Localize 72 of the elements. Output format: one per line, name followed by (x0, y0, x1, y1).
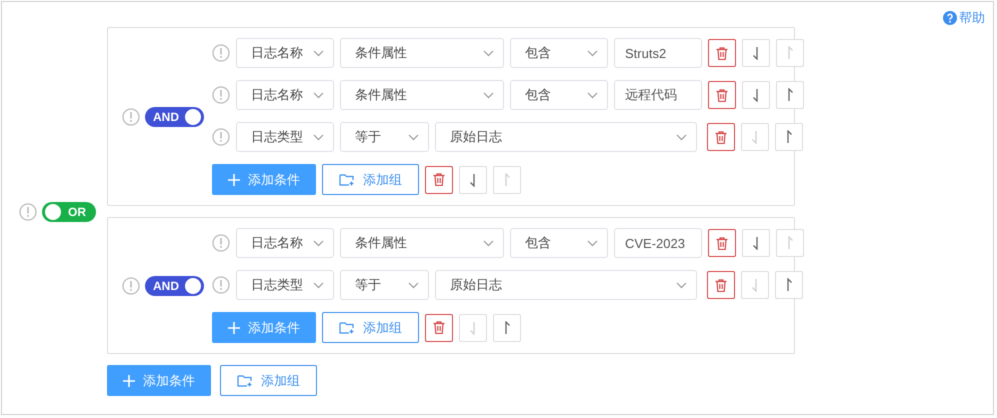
chevron-down-icon (587, 50, 598, 56)
move-up-button[interactable] (776, 81, 804, 109)
chevron-down-icon (313, 50, 324, 56)
warning-icon (19, 202, 37, 220)
warning-icon (212, 276, 230, 294)
delete-button[interactable] (708, 229, 736, 257)
warning-icon (122, 276, 140, 294)
warning-icon (212, 44, 230, 62)
chevron-down-icon (587, 240, 598, 246)
attribute-select[interactable]: 日志类型 (236, 122, 334, 152)
value-select[interactable]: 原始日志 (435, 270, 697, 300)
chevron-down-icon (408, 282, 419, 288)
chevron-down-icon (313, 92, 324, 98)
trash-icon (715, 130, 727, 144)
property-select[interactable]: 条件属性 (340, 228, 504, 258)
operator-select[interactable]: 包含 (510, 80, 608, 110)
chevron-down-icon (408, 134, 419, 140)
chevron-down-icon (313, 240, 324, 246)
trash-icon (715, 278, 727, 292)
trash-icon (433, 321, 445, 334)
trash-icon (433, 173, 445, 186)
chevron-down-icon (676, 282, 687, 288)
value-input[interactable]: 远程代码 (614, 80, 702, 110)
operator-select[interactable]: 等于 (340, 122, 429, 152)
trash-icon (716, 236, 728, 250)
attribute-select[interactable]: 日志名称 (236, 38, 334, 68)
plus-icon (228, 322, 240, 334)
move-up-button[interactable] (775, 271, 803, 299)
delete-button[interactable] (707, 123, 735, 151)
delete-button[interactable] (708, 81, 736, 109)
move-up-button[interactable] (775, 123, 803, 151)
warning-icon (122, 108, 140, 126)
folder-plus-icon (237, 374, 253, 387)
plus-icon (123, 374, 135, 386)
delete-group-button[interactable] (425, 314, 453, 342)
chevron-down-icon (676, 134, 687, 140)
delete-group-button[interactable] (425, 166, 453, 194)
property-select[interactable]: 条件属性 (340, 80, 504, 110)
property-select[interactable]: 条件属性 (340, 38, 504, 68)
warning-icon (212, 86, 230, 104)
move-up-button[interactable] (493, 314, 521, 342)
trash-icon (716, 46, 728, 60)
chevron-down-icon (483, 50, 494, 56)
plus-icon (228, 174, 240, 186)
chevron-down-icon (313, 134, 324, 140)
value-input[interactable]: CVE-2023 (614, 228, 702, 258)
attribute-select[interactable]: 日志类型 (236, 270, 334, 300)
attribute-select[interactable]: 日志名称 (236, 80, 334, 110)
operator-select[interactable]: 包含 (510, 38, 608, 68)
warning-icon (212, 128, 230, 146)
value-select[interactable]: 原始日志 (435, 122, 697, 152)
chevron-down-icon (483, 240, 494, 246)
chevron-down-icon (483, 92, 494, 98)
logic-toggle[interactable]: AND (145, 276, 204, 296)
warning-icon (212, 234, 230, 252)
operator-select[interactable]: 包含 (510, 228, 608, 258)
value-input[interactable]: Struts2 (614, 38, 702, 68)
chevron-down-icon (313, 282, 324, 288)
delete-button[interactable] (707, 271, 735, 299)
attribute-select[interactable]: 日志名称 (236, 228, 334, 258)
trash-icon (716, 88, 728, 102)
move-down-button[interactable] (742, 39, 770, 67)
chevron-down-icon (587, 92, 598, 98)
move-down-button[interactable] (459, 166, 487, 194)
move-down-button[interactable] (742, 229, 770, 257)
folder-plus-icon (339, 173, 355, 186)
logic-toggle[interactable]: AND (145, 106, 204, 126)
operator-select[interactable]: 等于 (340, 270, 429, 300)
move-down-button[interactable] (742, 81, 770, 109)
delete-button[interactable] (708, 39, 736, 67)
folder-plus-icon (339, 321, 355, 334)
help-icon (943, 11, 957, 25)
